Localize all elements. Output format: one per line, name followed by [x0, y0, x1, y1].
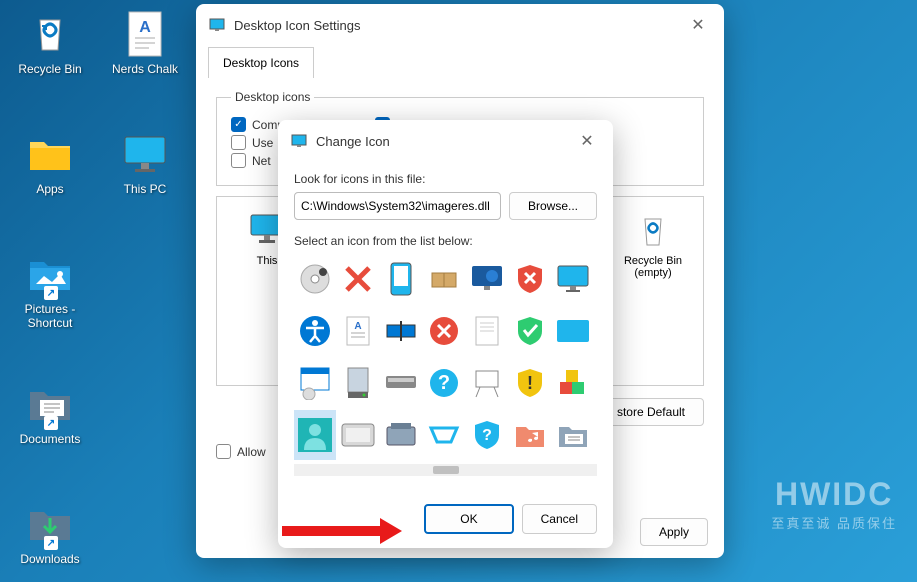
- watermark: HWIDC 至真至诚 品质保住: [771, 476, 897, 532]
- apply-button[interactable]: Apply: [640, 518, 708, 546]
- dialog-title: Change Icon: [316, 134, 573, 149]
- cancel-button[interactable]: Cancel: [522, 504, 597, 534]
- desktop-label: Downloads: [5, 552, 95, 566]
- dialog-body: Look for icons in this file: Browse... S…: [278, 162, 613, 490]
- icon-option-box[interactable]: [423, 254, 465, 304]
- settings-app-icon: [208, 16, 226, 34]
- ok-button[interactable]: OK: [424, 504, 513, 534]
- svg-text:!: !: [527, 373, 533, 393]
- desktop-downloads[interactable]: Downloads: [5, 500, 95, 566]
- watermark-text: HWIDC: [771, 476, 897, 513]
- icon-option-shield-green[interactable]: [509, 306, 551, 356]
- change-icon-dialog: Change Icon ✕ Look for icons in this fil…: [278, 120, 613, 548]
- icon-file-path-input[interactable]: [294, 192, 501, 220]
- tab-desktop-icons[interactable]: Desktop Icons: [208, 47, 314, 78]
- shortcut-arrow-icon: [44, 536, 58, 550]
- watermark-subtext: 至真至诚 品质保住: [771, 513, 897, 532]
- icon-option-screensaver[interactable]: [466, 254, 508, 304]
- icon-option-scanner[interactable]: [380, 358, 422, 408]
- checkbox-icon: [231, 153, 246, 168]
- icon-option-disc[interactable]: [294, 254, 336, 304]
- restore-default-button[interactable]: store Default: [598, 398, 704, 426]
- checkbox-icon: [231, 117, 246, 132]
- icon-option-blocks[interactable]: [552, 358, 594, 408]
- checkbox-label: Allow: [237, 445, 266, 459]
- checkbox-label: Net: [252, 154, 271, 168]
- tab-strip: Desktop Icons: [196, 46, 724, 78]
- shortcut-arrow-icon: [44, 416, 58, 430]
- icon-option-shield-yellow[interactable]: !: [509, 358, 551, 408]
- icon-option-user[interactable]: [294, 410, 336, 460]
- icon-option-desktop-blue[interactable]: [552, 306, 594, 356]
- svg-text:?: ?: [438, 372, 450, 394]
- desktop-this-pc[interactable]: This PC: [100, 130, 190, 196]
- icon-option-help-circle[interactable]: ?: [423, 358, 465, 408]
- documents-folder-icon: [26, 380, 74, 428]
- icon-option-error-circle[interactable]: [423, 306, 465, 356]
- window-title: Desktop Icon Settings: [234, 18, 684, 33]
- look-for-label: Look for icons in this file:: [294, 172, 597, 186]
- icon-option-blank-doc[interactable]: [466, 306, 508, 356]
- text-file-icon: A: [121, 10, 169, 58]
- downloads-folder-icon: [26, 500, 74, 548]
- shortcut-arrow-icon: [44, 286, 58, 300]
- desktop-label: Pictures - Shortcut: [5, 302, 95, 330]
- group-legend: Desktop icons: [231, 90, 314, 104]
- icon-option-phone[interactable]: [380, 254, 422, 304]
- folder-icon: [26, 130, 74, 178]
- checkbox-icon: [216, 444, 231, 459]
- checkbox-label: Use: [252, 136, 273, 150]
- icon-grid: A ? ! ?: [294, 254, 597, 460]
- icon-option-hdd[interactable]: [380, 410, 422, 460]
- horizontal-scrollbar[interactable]: [294, 464, 597, 476]
- desktop-pictures-shortcut[interactable]: Pictures - Shortcut: [5, 250, 95, 330]
- desktop-apps[interactable]: Apps: [5, 130, 95, 196]
- desktop-label: Documents: [5, 432, 95, 446]
- preview-label: (empty): [613, 267, 693, 279]
- titlebar: Desktop Icon Settings ✕: [196, 4, 724, 46]
- desktop-label: Apps: [5, 182, 95, 196]
- icon-option-tablet[interactable]: [337, 410, 379, 460]
- icon-option-shield-red[interactable]: [509, 254, 551, 304]
- icon-option-text-file[interactable]: A: [337, 306, 379, 356]
- monitor-icon: [290, 132, 308, 150]
- icon-option-shield-help[interactable]: ?: [466, 410, 508, 460]
- desktop-label: Nerds Chalk: [100, 62, 190, 76]
- icon-option-run[interactable]: [423, 410, 465, 460]
- icon-option-library[interactable]: [552, 410, 594, 460]
- icon-option-program-disc[interactable]: [294, 358, 336, 408]
- svg-text:A: A: [139, 19, 151, 36]
- desktop-recycle-bin[interactable]: Recycle Bin: [5, 10, 95, 76]
- desktop-label: This PC: [100, 182, 190, 196]
- select-icon-label: Select an icon from the list below:: [294, 234, 597, 248]
- desktop-nerds-chalk[interactable]: A Nerds Chalk: [100, 10, 190, 76]
- annotation-arrow: [282, 520, 412, 542]
- pictures-folder-icon: [26, 250, 74, 298]
- monitor-icon: [121, 130, 169, 178]
- preview-label: Recycle Bin: [613, 255, 693, 267]
- icon-option-monitor[interactable]: [552, 254, 594, 304]
- icon-option-accessibility[interactable]: [294, 306, 336, 356]
- browse-button[interactable]: Browse...: [509, 192, 597, 220]
- close-button[interactable]: ✕: [684, 11, 712, 39]
- svg-text:?: ?: [482, 427, 492, 444]
- icon-option-red-x[interactable]: [337, 254, 379, 304]
- recycle-bin-icon: [26, 10, 74, 58]
- recycle-bin-icon: [635, 213, 671, 249]
- icon-option-music-folder[interactable]: [509, 410, 551, 460]
- desktop-label: Recycle Bin: [5, 62, 95, 76]
- close-button[interactable]: ✕: [573, 127, 601, 155]
- desktop-documents[interactable]: Documents: [5, 380, 95, 446]
- svg-text:A: A: [354, 321, 361, 332]
- titlebar: Change Icon ✕: [278, 120, 613, 162]
- icon-option-text-cursor[interactable]: [380, 306, 422, 356]
- icon-option-drive[interactable]: [337, 358, 379, 408]
- preview-recycle-bin-empty[interactable]: Recycle Bin (empty): [613, 213, 693, 369]
- scrollbar-thumb[interactable]: [433, 466, 459, 474]
- icon-option-whiteboard[interactable]: [466, 358, 508, 408]
- checkbox-icon: [231, 135, 246, 150]
